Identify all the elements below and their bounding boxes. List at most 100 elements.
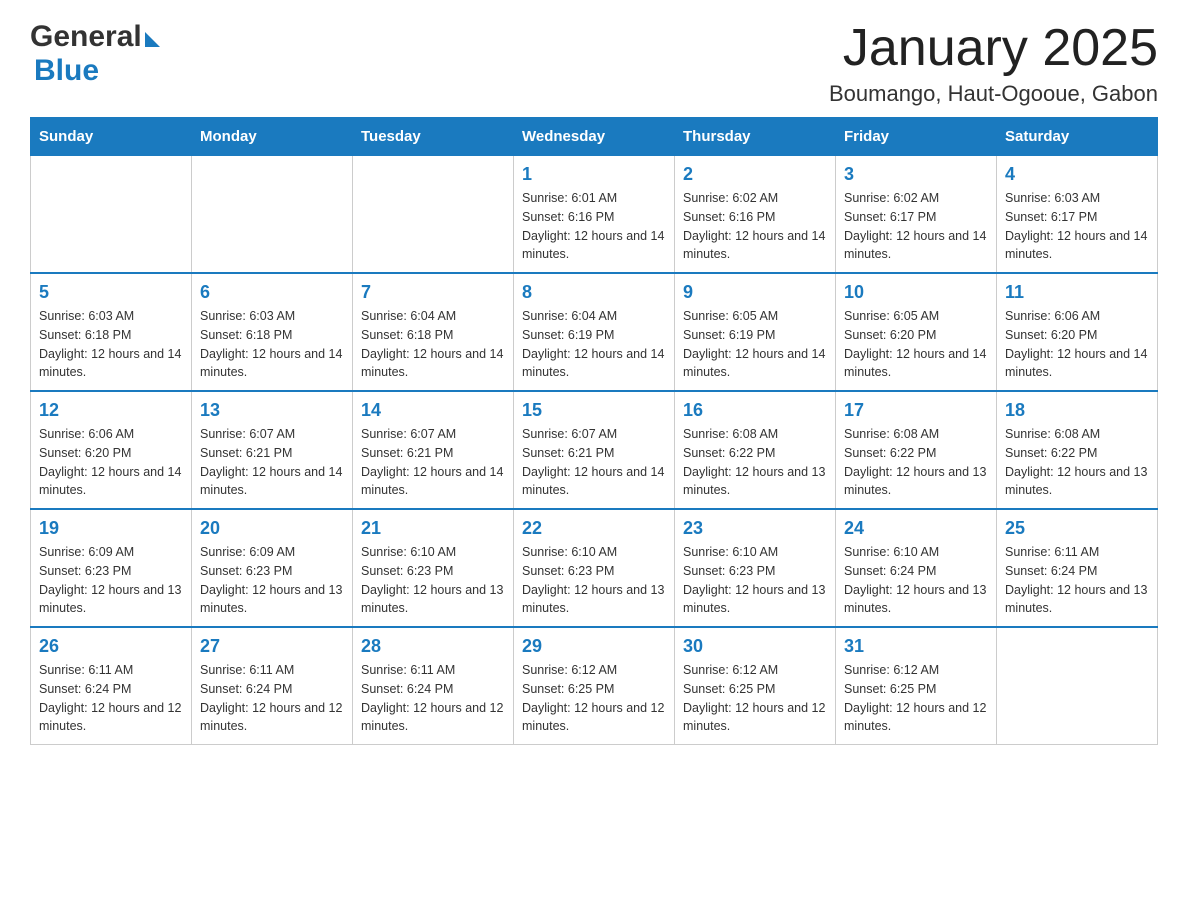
day-number: 24 <box>844 518 988 539</box>
day-number: 17 <box>844 400 988 421</box>
day-info: Sunrise: 6:10 AMSunset: 6:23 PMDaylight:… <box>683 543 827 618</box>
day-number: 1 <box>522 164 666 185</box>
table-row: 16 Sunrise: 6:08 AMSunset: 6:22 PMDaylig… <box>675 391 836 509</box>
day-number: 20 <box>200 518 344 539</box>
day-number: 21 <box>361 518 505 539</box>
day-number: 29 <box>522 636 666 657</box>
header-sunday: Sunday <box>31 118 192 156</box>
day-number: 27 <box>200 636 344 657</box>
table-row: 18 Sunrise: 6:08 AMSunset: 6:22 PMDaylig… <box>997 391 1158 509</box>
day-info: Sunrise: 6:04 AMSunset: 6:19 PMDaylight:… <box>522 307 666 382</box>
day-info: Sunrise: 6:11 AMSunset: 6:24 PMDaylight:… <box>361 661 505 736</box>
table-row: 15 Sunrise: 6:07 AMSunset: 6:21 PMDaylig… <box>514 391 675 509</box>
logo-general-text: General <box>30 20 142 54</box>
day-number: 19 <box>39 518 183 539</box>
day-info: Sunrise: 6:06 AMSunset: 6:20 PMDaylight:… <box>1005 307 1149 382</box>
day-number: 2 <box>683 164 827 185</box>
logo-blue-text: Blue <box>34 54 99 87</box>
day-info: Sunrise: 6:10 AMSunset: 6:24 PMDaylight:… <box>844 543 988 618</box>
logo: General Blue <box>30 20 160 88</box>
header-friday: Friday <box>836 118 997 156</box>
table-row: 9 Sunrise: 6:05 AMSunset: 6:19 PMDayligh… <box>675 273 836 391</box>
day-number: 31 <box>844 636 988 657</box>
calendar-subtitle: Boumango, Haut-Ogooue, Gabon <box>829 81 1158 107</box>
table-row: 25 Sunrise: 6:11 AMSunset: 6:24 PMDaylig… <box>997 509 1158 627</box>
calendar-week-row: 5 Sunrise: 6:03 AMSunset: 6:18 PMDayligh… <box>31 273 1158 391</box>
logo-triangle-icon <box>145 32 160 47</box>
day-number: 9 <box>683 282 827 303</box>
day-number: 25 <box>1005 518 1149 539</box>
day-number: 7 <box>361 282 505 303</box>
day-info: Sunrise: 6:02 AMSunset: 6:17 PMDaylight:… <box>844 189 988 264</box>
calendar-week-row: 19 Sunrise: 6:09 AMSunset: 6:23 PMDaylig… <box>31 509 1158 627</box>
table-row: 3 Sunrise: 6:02 AMSunset: 6:17 PMDayligh… <box>836 156 997 274</box>
day-number: 13 <box>200 400 344 421</box>
calendar-title-section: January 2025 Boumango, Haut-Ogooue, Gabo… <box>829 20 1158 107</box>
table-row: 20 Sunrise: 6:09 AMSunset: 6:23 PMDaylig… <box>192 509 353 627</box>
day-number: 3 <box>844 164 988 185</box>
header-monday: Monday <box>192 118 353 156</box>
day-info: Sunrise: 6:01 AMSunset: 6:16 PMDaylight:… <box>522 189 666 264</box>
table-row: 31 Sunrise: 6:12 AMSunset: 6:25 PMDaylig… <box>836 627 997 745</box>
day-info: Sunrise: 6:04 AMSunset: 6:18 PMDaylight:… <box>361 307 505 382</box>
day-info: Sunrise: 6:02 AMSunset: 6:16 PMDaylight:… <box>683 189 827 264</box>
day-info: Sunrise: 6:10 AMSunset: 6:23 PMDaylight:… <box>361 543 505 618</box>
day-info: Sunrise: 6:11 AMSunset: 6:24 PMDaylight:… <box>1005 543 1149 618</box>
table-row: 21 Sunrise: 6:10 AMSunset: 6:23 PMDaylig… <box>353 509 514 627</box>
day-info: Sunrise: 6:09 AMSunset: 6:23 PMDaylight:… <box>39 543 183 618</box>
day-info: Sunrise: 6:03 AMSunset: 6:18 PMDaylight:… <box>200 307 344 382</box>
day-number: 14 <box>361 400 505 421</box>
day-info: Sunrise: 6:12 AMSunset: 6:25 PMDaylight:… <box>844 661 988 736</box>
day-number: 12 <box>39 400 183 421</box>
table-row: 22 Sunrise: 6:10 AMSunset: 6:23 PMDaylig… <box>514 509 675 627</box>
table-row <box>31 156 192 274</box>
day-number: 16 <box>683 400 827 421</box>
table-row: 28 Sunrise: 6:11 AMSunset: 6:24 PMDaylig… <box>353 627 514 745</box>
day-info: Sunrise: 6:07 AMSunset: 6:21 PMDaylight:… <box>200 425 344 500</box>
table-row: 11 Sunrise: 6:06 AMSunset: 6:20 PMDaylig… <box>997 273 1158 391</box>
day-info: Sunrise: 6:08 AMSunset: 6:22 PMDaylight:… <box>1005 425 1149 500</box>
day-info: Sunrise: 6:11 AMSunset: 6:24 PMDaylight:… <box>200 661 344 736</box>
table-row: 5 Sunrise: 6:03 AMSunset: 6:18 PMDayligh… <box>31 273 192 391</box>
table-row <box>353 156 514 274</box>
calendar-week-row: 12 Sunrise: 6:06 AMSunset: 6:20 PMDaylig… <box>31 391 1158 509</box>
table-row: 24 Sunrise: 6:10 AMSunset: 6:24 PMDaylig… <box>836 509 997 627</box>
table-row <box>997 627 1158 745</box>
day-number: 28 <box>361 636 505 657</box>
header-thursday: Thursday <box>675 118 836 156</box>
day-number: 22 <box>522 518 666 539</box>
table-row: 4 Sunrise: 6:03 AMSunset: 6:17 PMDayligh… <box>997 156 1158 274</box>
day-info: Sunrise: 6:07 AMSunset: 6:21 PMDaylight:… <box>522 425 666 500</box>
table-row: 8 Sunrise: 6:04 AMSunset: 6:19 PMDayligh… <box>514 273 675 391</box>
day-info: Sunrise: 6:12 AMSunset: 6:25 PMDaylight:… <box>522 661 666 736</box>
day-info: Sunrise: 6:09 AMSunset: 6:23 PMDaylight:… <box>200 543 344 618</box>
day-number: 26 <box>39 636 183 657</box>
day-number: 23 <box>683 518 827 539</box>
table-row: 27 Sunrise: 6:11 AMSunset: 6:24 PMDaylig… <box>192 627 353 745</box>
table-row: 6 Sunrise: 6:03 AMSunset: 6:18 PMDayligh… <box>192 273 353 391</box>
page-header: General Blue January 2025 Boumango, Haut… <box>30 20 1158 107</box>
table-row: 1 Sunrise: 6:01 AMSunset: 6:16 PMDayligh… <box>514 156 675 274</box>
table-row <box>192 156 353 274</box>
calendar-title: January 2025 <box>829 20 1158 77</box>
day-number: 8 <box>522 282 666 303</box>
day-info: Sunrise: 6:12 AMSunset: 6:25 PMDaylight:… <box>683 661 827 736</box>
table-row: 7 Sunrise: 6:04 AMSunset: 6:18 PMDayligh… <box>353 273 514 391</box>
day-number: 15 <box>522 400 666 421</box>
day-info: Sunrise: 6:03 AMSunset: 6:18 PMDaylight:… <box>39 307 183 382</box>
table-row: 10 Sunrise: 6:05 AMSunset: 6:20 PMDaylig… <box>836 273 997 391</box>
table-row: 13 Sunrise: 6:07 AMSunset: 6:21 PMDaylig… <box>192 391 353 509</box>
day-number: 4 <box>1005 164 1149 185</box>
calendar-table: Sunday Monday Tuesday Wednesday Thursday… <box>30 117 1158 745</box>
day-info: Sunrise: 6:05 AMSunset: 6:19 PMDaylight:… <box>683 307 827 382</box>
day-number: 6 <box>200 282 344 303</box>
table-row: 2 Sunrise: 6:02 AMSunset: 6:16 PMDayligh… <box>675 156 836 274</box>
calendar-week-row: 26 Sunrise: 6:11 AMSunset: 6:24 PMDaylig… <box>31 627 1158 745</box>
day-info: Sunrise: 6:06 AMSunset: 6:20 PMDaylight:… <box>39 425 183 500</box>
day-number: 30 <box>683 636 827 657</box>
day-info: Sunrise: 6:10 AMSunset: 6:23 PMDaylight:… <box>522 543 666 618</box>
day-number: 5 <box>39 282 183 303</box>
weekday-header-row: Sunday Monday Tuesday Wednesday Thursday… <box>31 118 1158 156</box>
day-number: 11 <box>1005 282 1149 303</box>
day-number: 18 <box>1005 400 1149 421</box>
